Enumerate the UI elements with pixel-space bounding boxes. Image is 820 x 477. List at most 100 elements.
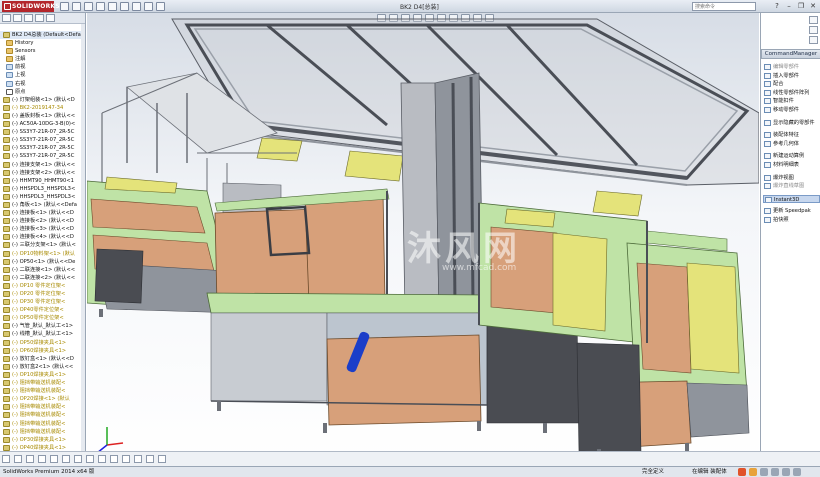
command-item[interactable]: 参考几何体 (763, 140, 820, 149)
back-view-icon[interactable] (14, 455, 22, 463)
tree-item[interactable]: (-) SS3Y7-21R-07_2R-5C (0, 144, 85, 152)
tree-item[interactable]: 前视 (0, 63, 85, 71)
keyboard-icon[interactable] (771, 468, 779, 476)
tree-item[interactable]: (-) OP30焊接夹具<1> (0, 436, 85, 444)
tree-item[interactable]: (-) HHMT90_HHMT90<1 (0, 177, 85, 185)
file-properties-icon[interactable] (144, 2, 153, 11)
command-item[interactable]: 智能扣件 (763, 97, 820, 106)
tree-item[interactable]: BK2 D4总装 (Default<Defa (0, 31, 85, 40)
dimetric-view-icon[interactable] (98, 455, 106, 463)
tree-item[interactable]: (-) 盖板封板<1> (默认<< (0, 112, 85, 120)
tree-item[interactable]: (-) 阻挡带输送机装配< (0, 403, 85, 411)
command-item[interactable]: 拍快照 (763, 216, 820, 225)
tree-item[interactable]: (-) OP10焊接夹具<1> (0, 371, 85, 379)
tree-item[interactable]: (-) OP20 零件定位架< (0, 290, 85, 298)
help-button[interactable]: ? (772, 1, 782, 11)
command-item[interactable]: Instant3D (763, 194, 820, 204)
command-item[interactable]: 新建运动算例 (763, 152, 820, 161)
left-view-icon[interactable] (26, 455, 34, 463)
tree-item[interactable]: (-) 气管_默认_默认工<1> (0, 322, 85, 330)
tree-item[interactable]: (-) 放钉盒2<1> (默认<< (0, 363, 85, 371)
tree-item[interactable]: (-) BK2-2019147-34 (0, 104, 85, 112)
tree-item[interactable]: (-) 放钉盒<1> (默认<<D (0, 355, 85, 363)
command-item[interactable]: 配合 (763, 80, 820, 89)
select-icon[interactable] (120, 2, 129, 11)
tree-item[interactable]: (-) 线槽_默认_默认工<1> (0, 330, 85, 338)
property-manager-tab-icon[interactable] (13, 14, 22, 22)
tree-item[interactable]: (-) OP10物料架<1> (默认 (0, 250, 85, 258)
command-item[interactable]: 更新 Speedpak (763, 207, 820, 216)
top-view-icon[interactable] (50, 455, 58, 463)
print-icon[interactable] (96, 2, 105, 11)
tree-item[interactable]: (-) HHSPDL3_HHSPDL3< (0, 193, 85, 201)
tree-item[interactable]: (-) 连接板<3> (默认<<D (0, 225, 85, 233)
file-explorer-tab-icon[interactable] (809, 36, 818, 44)
tree-item[interactable]: (-) 阻挡带输送机装配< (0, 411, 85, 419)
tree-item[interactable]: (-) OP40零件定位架< (0, 306, 85, 314)
command-item[interactable]: 显示隐藏的零部件 (763, 119, 820, 128)
tree-item[interactable]: (-) 三联分支架<1> (默认< (0, 241, 85, 249)
rebuild-icon[interactable] (132, 2, 141, 11)
tree-item[interactable]: (-) 连接板<1> (默认<<D (0, 209, 85, 217)
command-item[interactable]: 爆炸直线草图 (763, 182, 820, 191)
new-document-icon[interactable] (60, 2, 69, 11)
tree-item[interactable]: (-) OP50<1> (默认<<De (0, 258, 85, 266)
command-item[interactable]: 移动零部件 (763, 106, 820, 115)
tree-item[interactable]: (-) OP50焊接夹具<1> (0, 339, 85, 347)
tree-item[interactable]: (-) 连接板<4> (默认<<D (0, 233, 85, 241)
command-item[interactable]: 线性零部件阵列 (763, 89, 820, 98)
tree-item[interactable]: (-) OP50零件定位架< (0, 314, 85, 322)
tree-item[interactable]: (-) 连接板<2> (默认<<D (0, 217, 85, 225)
tree-item[interactable]: (-) 阻挡带输送机装配< (0, 379, 85, 387)
tree-item[interactable]: (-) 二联连接<1> (默认<< (0, 266, 85, 274)
right-view-icon[interactable] (38, 455, 46, 463)
resources-tab-icon[interactable] (809, 16, 818, 24)
tree-item[interactable]: (-) 阻挡带输送机装配< (0, 428, 85, 436)
dimxpert-tab-icon[interactable] (35, 14, 44, 22)
normal-to-icon[interactable] (110, 455, 118, 463)
tree-item[interactable]: 原点 (0, 88, 85, 96)
shaded-icon[interactable] (122, 455, 130, 463)
feature-tree-tab-icon[interactable] (2, 14, 11, 22)
tree-item[interactable]: (-) 阻挡带输送机装配< (0, 387, 85, 395)
restore-button[interactable]: ❐ (796, 1, 806, 11)
graphics-area[interactable]: 沐风网 www.mfcad.com (87, 13, 759, 466)
solidworks-logo[interactable]: SOLIDWORKS (2, 1, 60, 12)
design-library-tab-icon[interactable] (809, 26, 818, 34)
perspective-icon[interactable] (158, 455, 166, 463)
punctuation-icon[interactable] (760, 468, 768, 476)
tree-scrollbar[interactable] (81, 24, 85, 464)
trimetric-view-icon[interactable] (86, 455, 94, 463)
front-view-icon[interactable] (2, 455, 10, 463)
wireframe-icon[interactable] (134, 455, 142, 463)
tree-item[interactable]: (-) 二联连接<2> (默认<< (0, 274, 85, 282)
tree-item[interactable]: (-) OP10 零件定位架< (0, 282, 85, 290)
tree-item[interactable]: (-) 连接支架<2> (默认<< (0, 169, 85, 177)
tree-item[interactable]: 注解 (0, 55, 85, 63)
tree-item[interactable]: (-) SS3Y7-21R-07_2R-5C (0, 152, 85, 160)
search-input[interactable]: 搜索命令 (692, 2, 756, 11)
tree-item[interactable]: (-) SS3Y7-21R-07_2R-5C (0, 136, 85, 144)
options-icon[interactable] (156, 2, 165, 11)
help-icon[interactable] (793, 468, 801, 476)
command-item[interactable]: 装配体特征 (763, 131, 820, 140)
save-icon[interactable] (84, 2, 93, 11)
tree-item[interactable]: (-) 连接支架<1> (默认<< (0, 161, 85, 169)
tree-item[interactable]: (-) SS3Y7-21R-07_2R-5C (0, 128, 85, 136)
close-button[interactable]: ✕ (808, 1, 818, 11)
command-item[interactable]: 爆炸视图 (763, 174, 820, 183)
open-icon[interactable] (72, 2, 81, 11)
bottom-view-icon[interactable] (62, 455, 70, 463)
tree-item[interactable]: 右视 (0, 80, 85, 88)
tools-icon[interactable] (782, 468, 790, 476)
tree-item[interactable]: (-) OP60焊接夹具<1> (0, 347, 85, 355)
tree-item[interactable]: (-) OP30 零件定位架< (0, 298, 85, 306)
tree-item[interactable]: (-) AC50A-10DG-3-B(0)< (0, 120, 85, 128)
tree-item[interactable]: (-) 灯架组装<1> (默认<D (0, 96, 85, 104)
command-item[interactable]: 编辑零部件 (763, 63, 820, 72)
undo-icon[interactable] (108, 2, 117, 11)
hidden-lines-icon[interactable] (146, 455, 154, 463)
tree-item[interactable]: (-) 角板<1> (默认<<Defa (0, 201, 85, 209)
command-item[interactable]: 材料明细表 (763, 161, 820, 170)
tree-item[interactable]: History (0, 39, 85, 47)
